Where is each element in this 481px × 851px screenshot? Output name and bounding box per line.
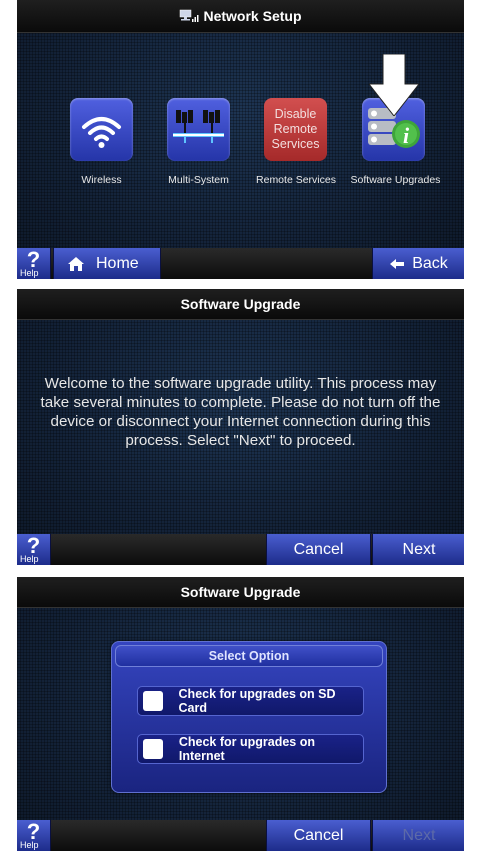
bottom-bar: ? Help Cancel Next (17, 819, 464, 851)
page-title: Software Upgrade (180, 296, 301, 312)
wireless-label: Wireless (81, 174, 122, 186)
check-sd-card-option[interactable]: Check for upgrades on SD Card (137, 686, 364, 716)
back-label: Back (412, 254, 448, 272)
network-setup-screen: Network Setup Wireless Multi-System Disa… (17, 0, 464, 279)
next-button[interactable]: Next (372, 534, 464, 565)
cancel-button[interactable]: Cancel (266, 534, 371, 565)
back-arrow-icon (390, 258, 405, 269)
software-upgrade-options-screen: Software Upgrade Select Option Check for… (17, 577, 464, 851)
network-icon (179, 9, 199, 23)
wireless-button[interactable] (70, 98, 133, 161)
sd-card-checkbox[interactable] (143, 691, 163, 711)
home-label: Home (96, 254, 139, 272)
check-internet-option[interactable]: Check for upgrades on Internet (137, 734, 364, 764)
dialog-title: Select Option (115, 645, 383, 667)
sd-card-option-label: Check for upgrades on SD Card (178, 687, 336, 715)
back-button[interactable]: Back (372, 248, 464, 279)
wifi-icon (82, 117, 121, 148)
internet-option-label: Check for upgrades on Internet (178, 735, 315, 763)
cancel-label: Cancel (293, 540, 344, 558)
title-bar: Software Upgrade (17, 577, 464, 608)
disable-remote-services-text: Disable Remote Services (271, 107, 320, 151)
title-bar: Network Setup (17, 0, 464, 33)
title-bar: Software Upgrade (17, 289, 464, 320)
help-button[interactable]: ? Help (17, 247, 51, 279)
help-label: Help (20, 554, 39, 564)
bottom-bar: ? Help Cancel Next (17, 533, 464, 565)
svg-text:i: i (403, 123, 410, 148)
welcome-message: Welcome to the software upgrade utility.… (40, 375, 441, 449)
next-button-disabled[interactable]: Next (372, 820, 464, 851)
remote-services-label: Remote Services (256, 174, 336, 186)
multi-system-icon (173, 110, 224, 143)
help-button[interactable]: ? Help (17, 819, 51, 851)
next-label: Next (402, 540, 436, 558)
multi-system-button[interactable] (167, 98, 230, 161)
next-label: Next (402, 826, 436, 844)
internet-checkbox[interactable] (143, 739, 163, 759)
disable-remote-services-button[interactable]: Disable Remote Services (264, 98, 327, 161)
cancel-button[interactable]: Cancel (266, 820, 371, 851)
page-title: Software Upgrade (180, 584, 301, 600)
select-option-dialog: Select Option Check for upgrades on SD C… (111, 641, 387, 793)
page-title: Network Setup (203, 8, 302, 24)
software-upgrades-label: Software Upgrades (350, 174, 441, 186)
help-label: Help (20, 268, 39, 278)
help-button[interactable]: ? Help (17, 533, 51, 565)
down-arrow-icon (367, 53, 421, 117)
home-button[interactable]: Home (53, 248, 161, 279)
home-icon (68, 256, 84, 271)
bottom-bar: ? Help Home Back (17, 247, 464, 279)
software-upgrade-welcome-screen: Software Upgrade Welcome to the software… (17, 289, 464, 565)
help-label: Help (20, 840, 39, 850)
multi-system-label: Multi-System (168, 174, 229, 186)
cancel-label: Cancel (293, 826, 344, 844)
